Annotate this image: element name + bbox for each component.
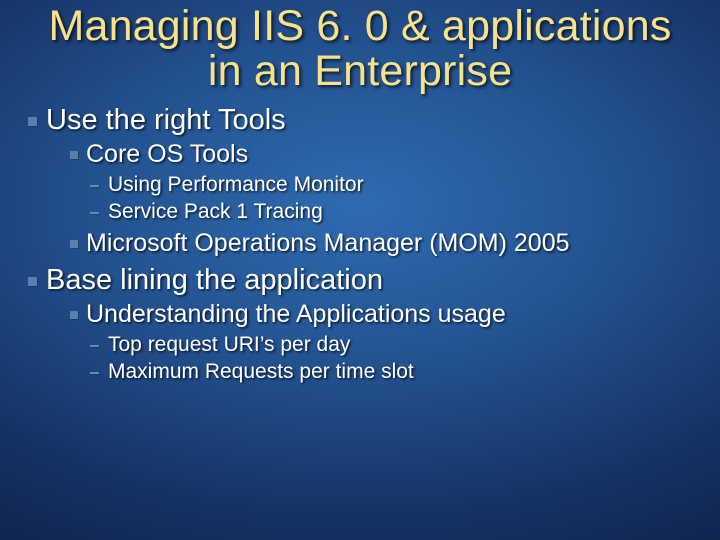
bullet-l3: Top request URI’s per day	[108, 333, 690, 357]
bullet-l3: Service Pack 1 Tracing	[108, 200, 690, 224]
slide-content: Use the right Tools Core OS Tools Using …	[0, 104, 720, 384]
bullet-l1: Use the right Tools Core OS Tools Using …	[46, 104, 690, 258]
bullet-text: Use the right Tools	[46, 104, 286, 136]
bullet-list: Use the right Tools Core OS Tools Using …	[46, 104, 690, 384]
title-line-2: in an Enterprise	[208, 47, 512, 95]
slide: Managing IIS 6. 0 & applications in an E…	[0, 0, 720, 540]
bullet-text: Service Pack 1 Tracing	[108, 200, 323, 223]
bullet-text: Understanding the Applications usage	[86, 300, 506, 328]
bullet-text: Core OS Tools	[86, 140, 248, 168]
bullet-text: Base lining the application	[46, 264, 383, 296]
bullet-l2: Microsoft Operations Manager (MOM) 2005	[86, 229, 690, 258]
slide-title: Managing IIS 6. 0 & applications in an E…	[0, 0, 720, 102]
bullet-l2: Core OS Tools Using Performance Monitor …	[86, 140, 690, 224]
bullet-l3: Maximum Requests per time slot	[108, 360, 690, 384]
bullet-text: Top request URI’s per day	[108, 333, 350, 356]
bullet-l3: Using Performance Monitor	[108, 173, 690, 197]
bullet-text: Microsoft Operations Manager (MOM) 2005	[86, 229, 570, 257]
bullet-l1: Base lining the application Understandin…	[46, 264, 690, 384]
bullet-l2: Understanding the Applications usage Top…	[86, 300, 690, 384]
title-line-1: Managing IIS 6. 0 & applications	[48, 2, 671, 50]
bullet-text: Maximum Requests per time slot	[108, 360, 414, 383]
bullet-text: Using Performance Monitor	[108, 173, 364, 196]
